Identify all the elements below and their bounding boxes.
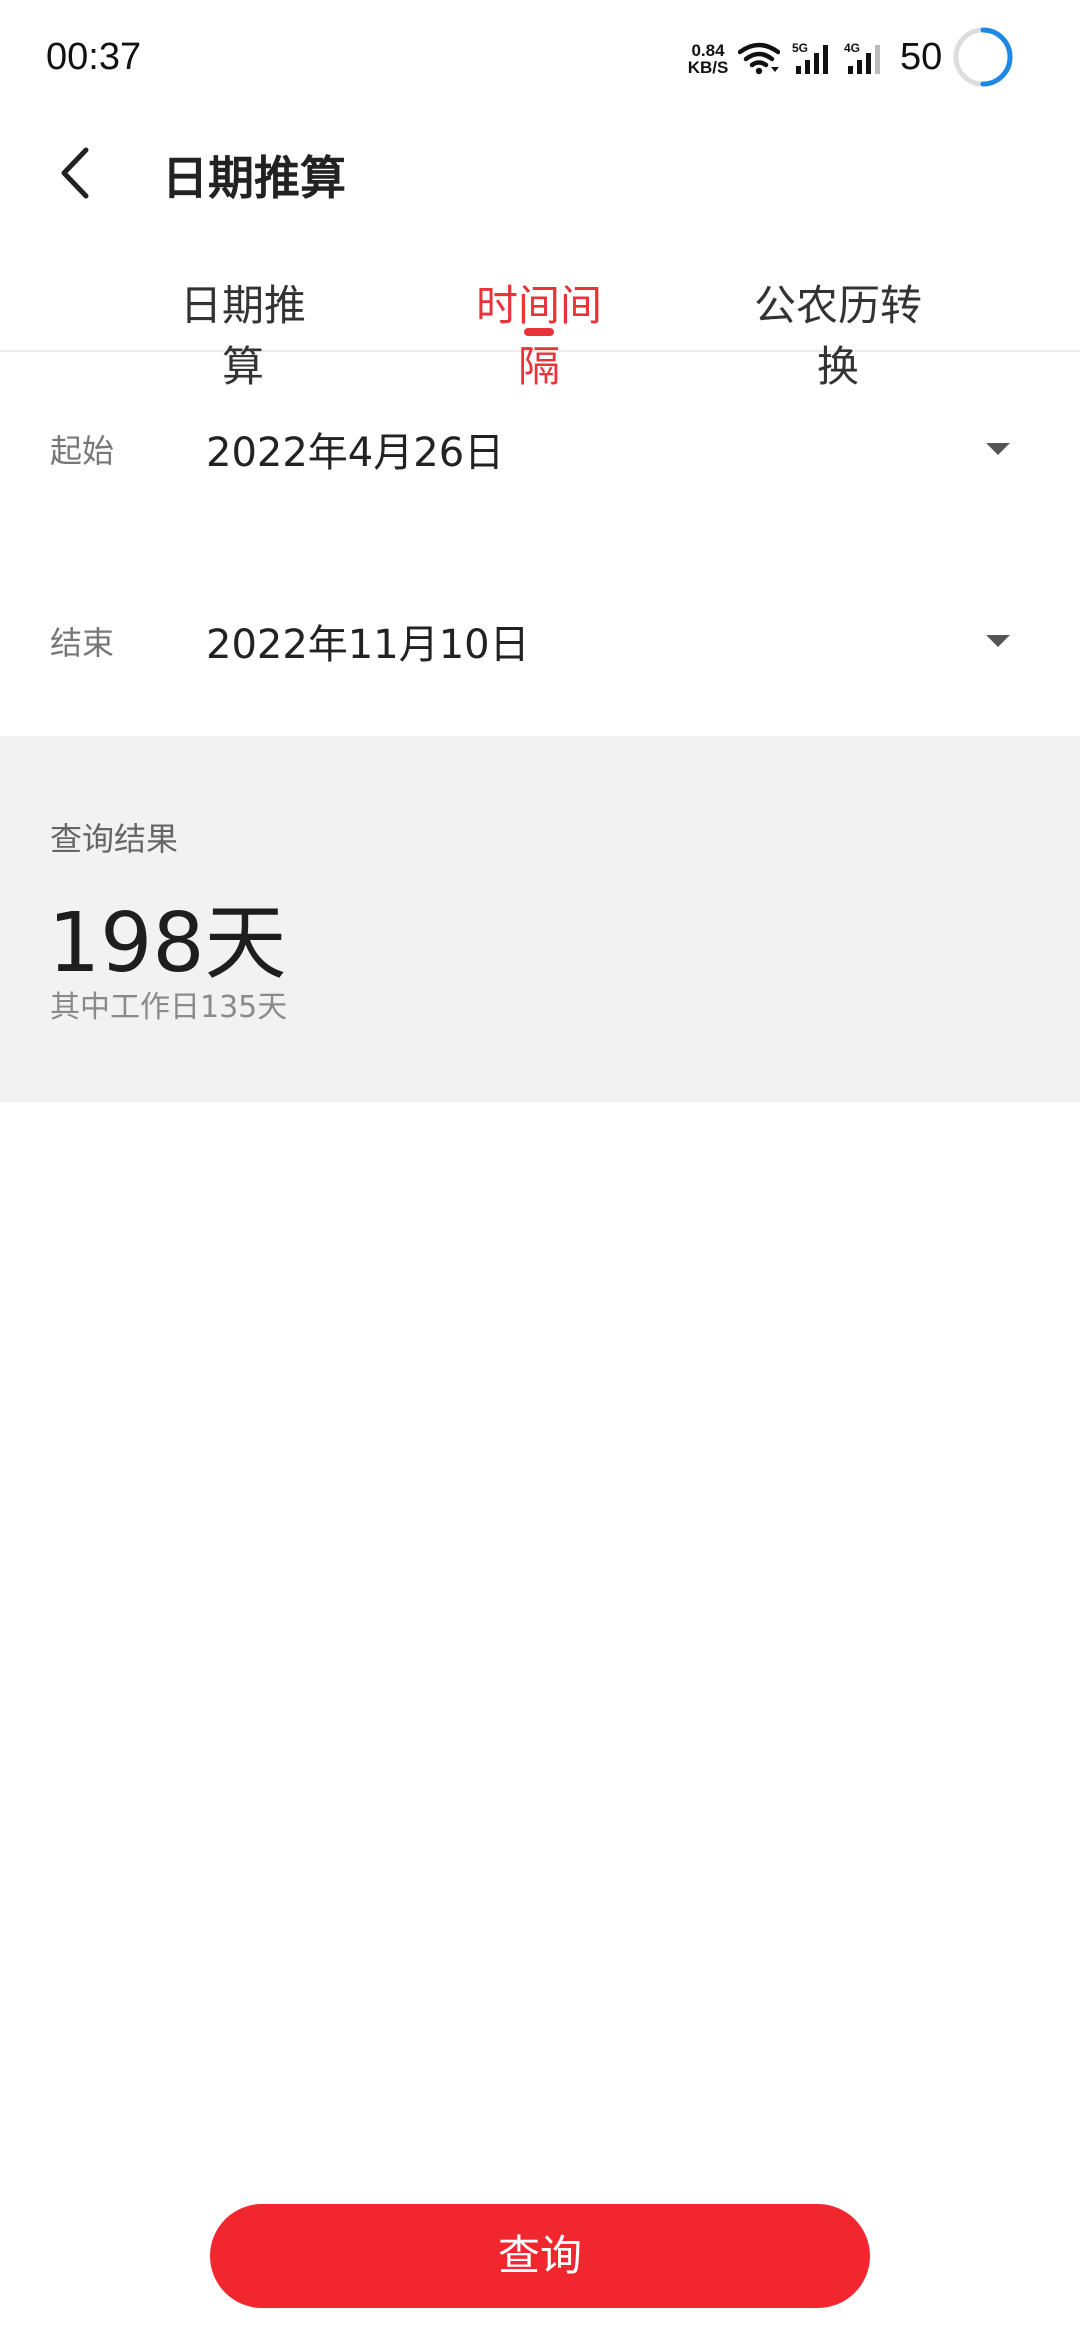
dropdown-arrow-icon <box>986 443 1010 455</box>
battery-level: 50 <box>900 36 943 78</box>
start-date-label: 起始 <box>50 432 115 470</box>
signal-5g-icon: 5G <box>792 41 828 74</box>
end-date-value: 2022年11月10日 <box>206 622 530 668</box>
end-date-selector[interactable]: 结束 2022年11月10日 <box>0 580 1080 700</box>
dropdown-arrow-icon <box>986 635 1010 647</box>
tab-lunar-conversion[interactable]: 公农历转换 <box>736 272 940 394</box>
tab-bar: 日期推算 时间间隔 公农历转换 <box>0 260 1080 391</box>
network-speed-value: 0.84 <box>691 41 725 60</box>
signal-4g-icon: 4G <box>844 41 880 74</box>
signal-5g-label: 5G <box>792 41 808 55</box>
wifi-icon <box>738 42 780 75</box>
status-time: 00:37 <box>46 36 142 78</box>
page-title: 日期推算 <box>162 151 346 205</box>
query-button[interactable]: 查询 <box>210 2204 870 2308</box>
signal-4g-label: 4G <box>844 41 860 55</box>
battery-ring-icon <box>953 27 1013 87</box>
tab-date-calculation[interactable]: 日期推算 <box>160 272 326 394</box>
start-date-selector[interactable]: 起始 2022年4月26日 <box>0 388 1080 508</box>
back-arrow-icon[interactable] <box>50 140 110 206</box>
status-bar: 00:37 0.84 KB/S 5G 4G 50 <box>0 0 1080 118</box>
date-interval-screen: 00:37 0.84 KB/S 5G 4G 50 日期推算 日期推算 时间间隔 … <box>0 0 1080 2340</box>
network-speed: 0.84 KB/S <box>684 42 732 76</box>
start-date-value: 2022年4月26日 <box>206 430 505 476</box>
result-panel: 查询结果 198天 其中工作日135天 <box>0 736 1080 1102</box>
result-workdays: 其中工作日135天 <box>50 990 288 1025</box>
active-tab-indicator <box>524 328 554 336</box>
end-date-label: 结束 <box>50 624 115 662</box>
result-days: 198天 <box>48 896 287 991</box>
network-speed-unit: KB/S <box>687 58 729 77</box>
result-title: 查询结果 <box>50 820 179 858</box>
header: 日期推算 <box>0 118 1080 228</box>
